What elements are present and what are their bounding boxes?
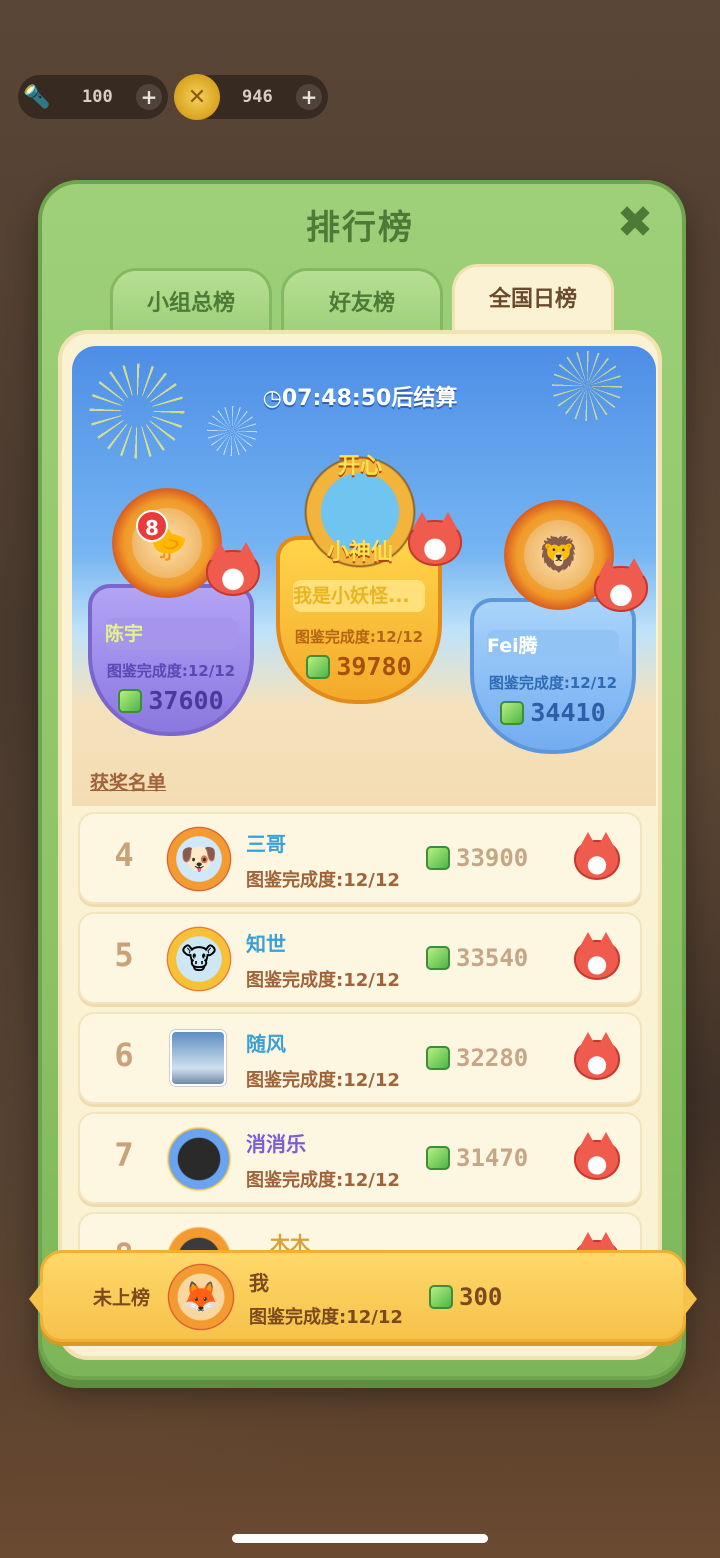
avatar: 🐤 <box>112 488 222 598</box>
avatar: 🦊 <box>165 1261 237 1333</box>
tab-friends[interactable]: 好友榜 <box>281 268 443 332</box>
collection-progress: 图鉴完成度:12/12 <box>246 1070 400 1091</box>
add-torch-button[interactable]: + <box>136 84 162 110</box>
list-item[interactable]: 7 消消乐 图鉴完成度:12/12 31470 <box>78 1112 642 1204</box>
rank-number: 4 <box>114 836 134 874</box>
podium-progress: 图鉴完成度:12/12 <box>488 674 618 692</box>
firework-decoration <box>207 406 257 456</box>
podium-second[interactable]: 陈宇 图鉴完成度:12/12 37600 <box>88 584 254 736</box>
player-name: 三哥 <box>246 832 286 856</box>
player-name: 消消乐 <box>246 1132 306 1156</box>
fox-icon <box>206 542 260 596</box>
list-item[interactable]: 6 随风 图鉴完成度:12/12 32280 <box>78 1012 642 1104</box>
list-item[interactable]: 4 🐶 三哥 图鉴完成度:12/12 33900 <box>78 812 642 904</box>
fox-icon[interactable] <box>574 1132 620 1180</box>
ranking-list[interactable]: 4 🐶 三哥 图鉴完成度:12/12 33900 5 🐮 知世 图鉴完成度:12… <box>78 812 642 1272</box>
score: 31470 <box>426 1144 528 1172</box>
gem-icon <box>306 655 331 679</box>
podium-score: 37600 <box>92 686 250 715</box>
tab-group-total[interactable]: 小组总榜 <box>110 268 272 332</box>
rank-number: 7 <box>114 1136 134 1174</box>
fox-icon[interactable] <box>574 1032 620 1080</box>
gem-icon <box>500 701 525 725</box>
gem-icon <box>426 846 450 870</box>
avatar: 🐮 <box>164 924 234 994</box>
my-score: 300 <box>429 1283 502 1311</box>
add-coin-button[interactable]: + <box>296 84 322 110</box>
winners-list-label: 获奖名单 <box>90 772 167 794</box>
close-icon[interactable]: ✖ <box>612 200 658 246</box>
crest-title-bottom: 小神仙 <box>326 540 393 565</box>
score: 33540 <box>426 944 528 972</box>
my-rank-bar[interactable]: 未上榜 🦊 我 图鉴完成度:12/12 300 <box>29 1250 697 1342</box>
coin-icon: ✕ <box>174 74 220 120</box>
podium-progress: 图鉴完成度:12/12 <box>294 628 424 646</box>
podium-name: Fei腾 <box>487 630 619 662</box>
fox-icon <box>594 558 648 612</box>
podium-score: 34410 <box>474 698 632 727</box>
podium-third[interactable]: Fei腾 图鉴完成度:12/12 34410 <box>470 598 636 754</box>
rank-number: 5 <box>114 936 134 974</box>
fox-icon[interactable] <box>574 932 620 980</box>
avatar <box>164 1124 234 1194</box>
resource-bar: 🔦 100 + ✕ 946 + <box>18 74 328 120</box>
coin-count: 946 <box>242 87 273 107</box>
torch-resource: 🔦 100 + <box>18 75 168 119</box>
my-collection-progress: 图鉴完成度:12/12 <box>249 1307 403 1328</box>
avatar-face: 🦁 <box>524 520 594 590</box>
gem-icon <box>429 1285 453 1309</box>
collection-progress: 图鉴完成度:12/12 <box>246 1170 400 1191</box>
fox-icon[interactable] <box>574 832 620 880</box>
tab-national-daily[interactable]: 全国日榜 <box>452 264 614 334</box>
score: 33900 <box>426 844 528 872</box>
gem-icon <box>118 689 143 713</box>
podium-name: 陈宇 <box>105 618 237 650</box>
player-name: 随风 <box>246 1032 286 1056</box>
avatar <box>170 1030 226 1086</box>
score: 32280 <box>426 1044 528 1072</box>
avatar: 🐶 <box>164 824 234 894</box>
rank-number: 6 <box>114 1036 134 1074</box>
coin-resource: ✕ 946 + <box>174 74 328 120</box>
my-name: 我 <box>249 1271 269 1295</box>
gem-icon <box>426 1146 450 1170</box>
settlement-timer: ◷07:48:50后结算 <box>262 386 458 411</box>
torch-count: 100 <box>82 87 113 107</box>
torch-icon: 🔦 <box>23 84 51 110</box>
crest-title-top: 开心 <box>337 454 382 479</box>
fox-icon <box>408 512 462 566</box>
podium-progress: 图鉴完成度:12/12 <box>106 662 236 680</box>
gem-icon <box>426 1046 450 1070</box>
timer-text: 07:48:50后结算 <box>281 386 458 411</box>
my-rank-label: 未上榜 <box>93 1287 151 1309</box>
podium-score: 39780 <box>280 652 438 681</box>
level-badge: 8 <box>136 510 168 542</box>
collection-progress: 图鉴完成度:12/12 <box>246 970 400 991</box>
podium-name: 我是小妖怪... <box>293 580 425 612</box>
gem-icon <box>426 946 450 970</box>
home-indicator[interactable] <box>232 1534 488 1543</box>
list-item[interactable]: 5 🐮 知世 图鉴完成度:12/12 33540 <box>78 912 642 1004</box>
collection-progress: 图鉴完成度:12/12 <box>246 870 400 891</box>
player-name: 知世 <box>246 932 286 956</box>
